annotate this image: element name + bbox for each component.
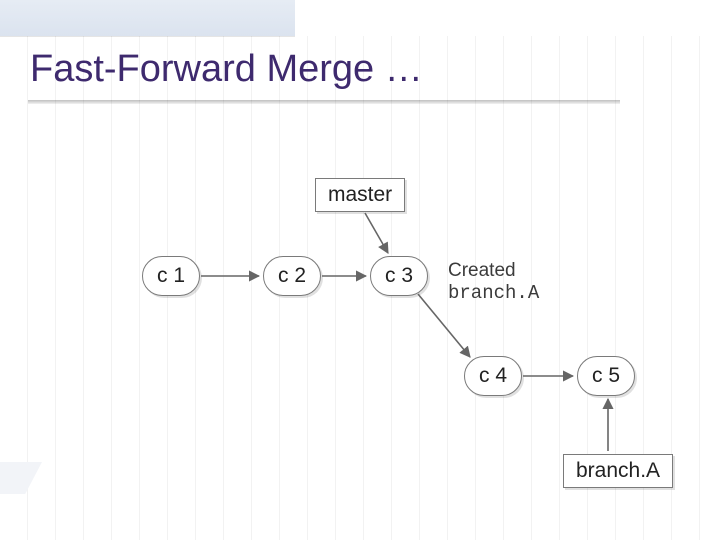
annotation-line1: Created [448,260,516,281]
branch-label-branchA: branch.A [563,454,673,488]
commit-c5-label: c 5 [592,364,620,388]
annotation-line2: branch.A [448,282,539,304]
commit-c1: c 1 [142,256,200,296]
slide-title: Fast-Forward Merge … [30,48,423,91]
commit-c3-label: c 3 [385,264,413,288]
top-white-bar [295,0,720,36]
branch-label-master: master [315,178,405,212]
commit-c2: c 2 [263,256,321,296]
commit-c5: c 5 [577,356,635,396]
annotation-created-branchA: Created branch.A [448,260,539,305]
commit-c2-label: c 2 [278,264,306,288]
title-underline [28,100,620,104]
commit-c4-label: c 4 [479,364,507,388]
commit-c3: c 3 [370,256,428,296]
commit-c4: c 4 [464,356,522,396]
top-shade-bar [0,0,295,36]
commit-c1-label: c 1 [157,264,185,288]
